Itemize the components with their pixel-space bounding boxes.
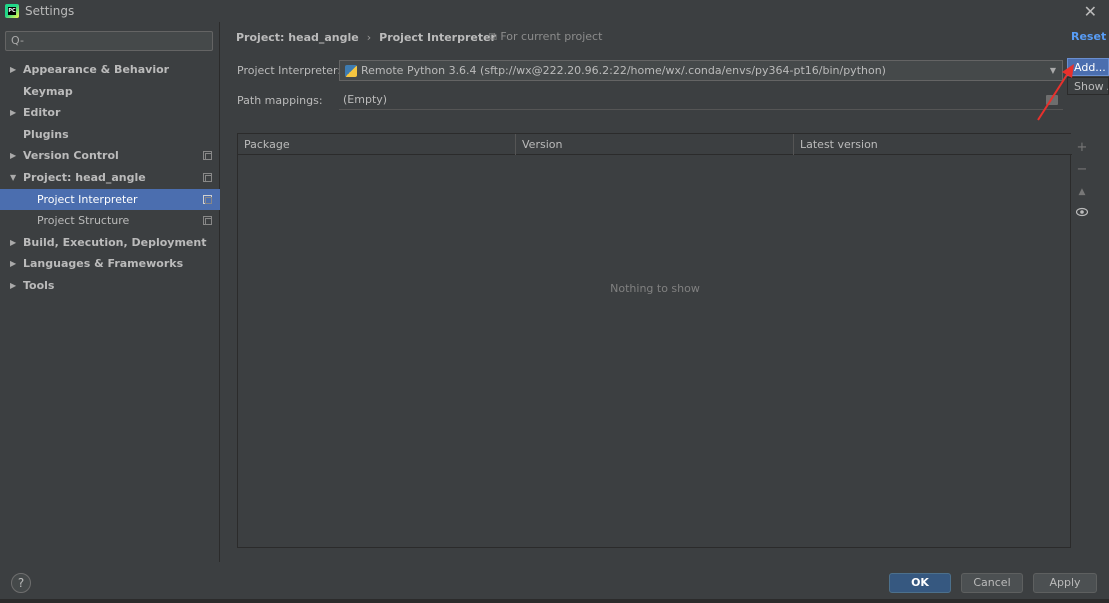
settings-search-input[interactable]: Q- [5, 31, 213, 51]
sidebar-item-label: Project: head_angle [23, 170, 146, 184]
sidebar-item[interactable]: ▶ Build, Execution, Deployment [0, 232, 220, 254]
sidebar-item-label: Plugins [23, 127, 69, 141]
for-current-project-note: ⧉ For current project [489, 30, 603, 43]
sidebar-item[interactable]: ▶ Tools [0, 275, 220, 297]
breadcrumb-project: Project: head_angle [236, 30, 359, 44]
chevron-down-icon[interactable]: ▼ [10, 167, 16, 189]
sidebar-item[interactable]: ▶ Editor [0, 102, 220, 124]
cancel-button[interactable]: Cancel [961, 573, 1023, 593]
column-header-package[interactable]: Package [238, 134, 516, 155]
column-header-version[interactable]: Version [516, 134, 794, 155]
python-icon [345, 64, 357, 77]
bottom-edge [0, 599, 1109, 603]
path-mappings-label: Path mappings: [237, 94, 323, 107]
copy-icon [203, 216, 212, 226]
help-icon[interactable]: ? [11, 573, 31, 593]
interpreter-label: Project Interpreter: [237, 64, 342, 77]
copy-icon [203, 172, 212, 182]
sidebar-item-label: Project Structure [37, 214, 130, 228]
ok-button[interactable]: OK [889, 573, 951, 593]
breadcrumb: Project: head_angle › Project Interprete… [236, 30, 496, 44]
sidebar-item[interactable]: Keymap [0, 81, 220, 103]
table-toolbar: + − ▲ [1073, 137, 1091, 225]
breadcrumb-page: Project Interpreter [379, 30, 496, 44]
chevron-right-icon[interactable]: ▶ [10, 59, 16, 81]
upgrade-package-icon[interactable]: ▲ [1073, 181, 1091, 203]
sidebar-item-label: Keymap [23, 84, 73, 98]
breadcrumb-separator: › [366, 30, 372, 44]
empty-table-message: Nothing to show [610, 282, 700, 295]
settings-tree: ▶ Appearance & Behavior Keymap ▶ Editor Plugi… [0, 59, 220, 297]
pycharm-logo-icon: PC [5, 4, 19, 18]
interpreter-value: Remote Python 3.6.4 (sftp://wx@222.20.96… [361, 64, 886, 77]
chevron-right-icon[interactable]: ▶ [10, 253, 16, 275]
chevron-right-icon[interactable]: ▶ [10, 232, 16, 254]
sidebar-item-label: Version Control [23, 149, 119, 163]
path-mappings-field[interactable]: (Empty) [339, 90, 1063, 110]
sidebar-item-label: Build, Execution, Deployment [23, 235, 207, 249]
table-header: Package Version Latest version [238, 134, 1072, 155]
sidebar-item-label: Project Interpreter [37, 192, 138, 206]
sidebar-item[interactable]: ▶ Appearance & Behavior [0, 59, 220, 81]
close-icon[interactable]: ✕ [1084, 2, 1097, 21]
reset-link[interactable]: Reset [1071, 30, 1106, 43]
window-title: Settings [25, 4, 75, 18]
chevron-right-icon[interactable]: ▶ [10, 145, 16, 167]
packages-table: Package Version Latest version Nothing t… [237, 133, 1072, 548]
remove-package-icon[interactable]: − [1073, 159, 1091, 181]
chevron-right-icon[interactable]: ▶ [10, 275, 16, 297]
column-header-latest-version[interactable]: Latest version [794, 134, 1072, 155]
path-mappings-value: (Empty) [343, 93, 388, 106]
settings-sidebar: Q- ▶ Appearance & Behavior Keymap ▶ Editor Pl… [0, 22, 220, 562]
copy-icon: ⧉ [489, 30, 497, 43]
sidebar-item[interactable]: Plugins [0, 124, 220, 146]
add-package-icon[interactable]: + [1073, 137, 1091, 159]
sidebar-item-label: Tools [23, 278, 55, 292]
sidebar-item[interactable]: Project Interpreter [0, 188, 220, 211]
chevron-right-icon[interactable]: ▶ [10, 102, 16, 124]
apply-button[interactable]: Apply [1033, 573, 1097, 593]
sidebar-item-label: Languages & Frameworks [23, 257, 184, 271]
sidebar-item-label: Editor [23, 106, 61, 120]
sidebar-item[interactable]: ▶ Version Control [0, 145, 220, 167]
sidebar-item[interactable]: ▶ Languages & Frameworks [0, 253, 220, 275]
sidebar-item-label: Appearance & Behavior [23, 63, 170, 76]
copy-icon [203, 151, 212, 161]
eye-icon[interactable] [1073, 203, 1091, 225]
interpreter-select[interactable]: Remote Python 3.6.4 (sftp://wx@222.20.96… [339, 60, 1063, 81]
sidebar-item[interactable]: ▼ Project: head_angle [0, 167, 220, 189]
search-icon: Q- [11, 34, 24, 47]
annotation-arrow-icon [1037, 64, 1074, 121]
sidebar-item[interactable]: Project Structure [0, 210, 220, 232]
copy-icon [203, 194, 212, 204]
title-bar: PC Settings ✕ [0, 0, 1109, 22]
